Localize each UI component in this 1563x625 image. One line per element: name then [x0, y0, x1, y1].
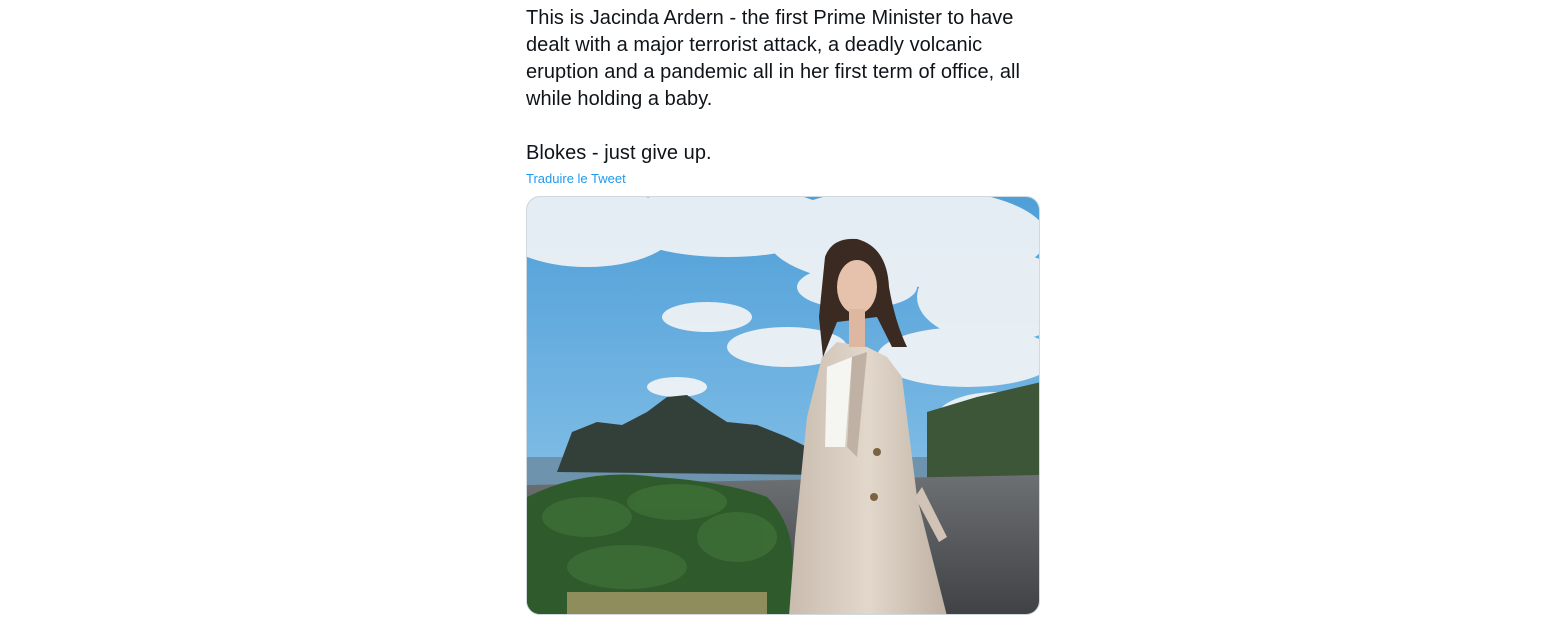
- tweet-photo[interactable]: [526, 196, 1040, 615]
- tweet-paragraph: This is Jacinda Ardern - the first Prime…: [526, 7, 1020, 110]
- tweet: This is Jacinda Ardern - the first Prime…: [526, 0, 1040, 615]
- tweet-paragraph: Blokes - just give up.: [526, 142, 712, 164]
- photo-illustration: [527, 197, 1039, 614]
- tweet-text: This is Jacinda Ardern - the first Prime…: [526, 5, 1040, 167]
- translate-tweet-link[interactable]: Traduire le Tweet: [526, 171, 626, 187]
